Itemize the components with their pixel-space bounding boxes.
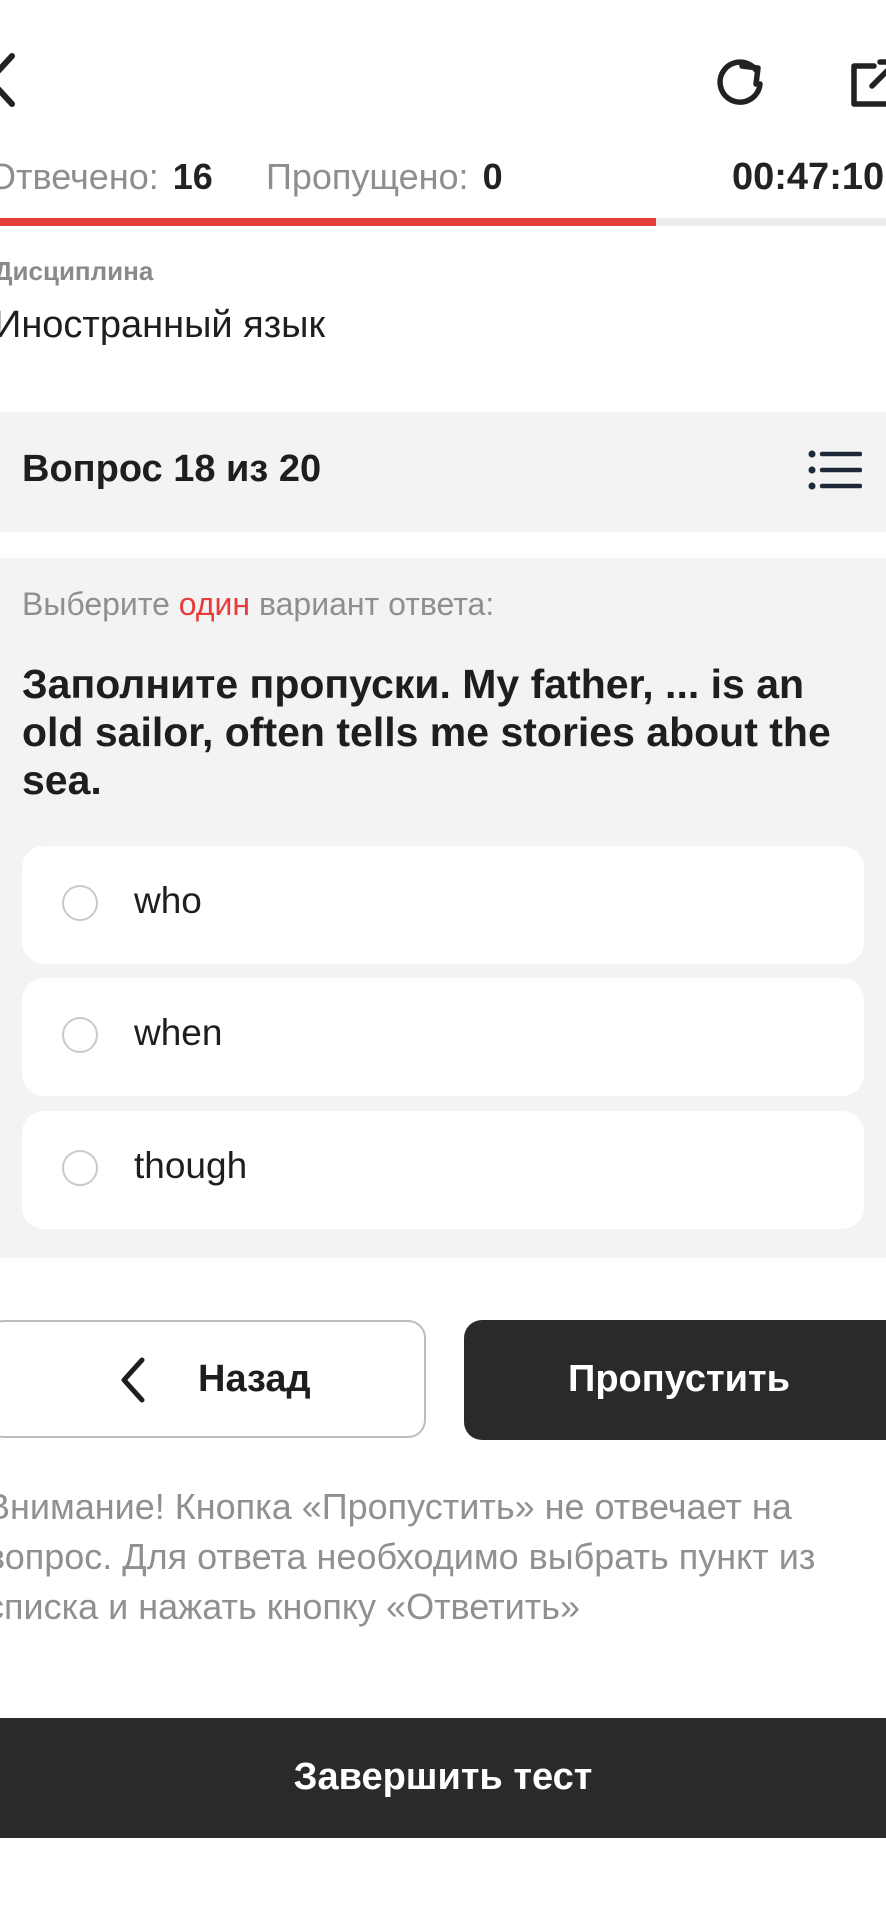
instruction: Выберите один вариант ответа: xyxy=(22,586,494,623)
skipped-label: Пропущено: xyxy=(266,156,469,197)
external-link-icon[interactable] xyxy=(846,56,886,112)
answer-option-label: when xyxy=(134,1012,223,1053)
radio-button[interactable] xyxy=(62,1150,98,1186)
timer: 00:47:10 xyxy=(732,156,885,198)
instruction-accent: один xyxy=(178,586,251,622)
chevron-left-icon xyxy=(121,1357,145,1403)
back-button[interactable]: Назад xyxy=(0,1320,426,1438)
back-button-label: Назад xyxy=(198,1358,311,1400)
finish-test-button-label: Завершить тест xyxy=(293,1756,593,1798)
skipped-stat: Пропущено: 0 xyxy=(266,156,503,200)
discipline-label: Дисциплина xyxy=(0,256,154,286)
question-counter: Вопрос 18 из 20 xyxy=(22,448,322,490)
skip-button-label: Пропустить xyxy=(568,1358,790,1400)
answer-option-label: who xyxy=(134,880,202,921)
warning-text: Внимание! Кнопка «Пропустить» не отвечае… xyxy=(0,1486,816,1627)
skip-button[interactable]: Пропустить xyxy=(464,1320,886,1440)
radio-button[interactable] xyxy=(62,885,98,921)
list-icon[interactable] xyxy=(808,448,862,492)
progress-fill xyxy=(0,218,656,226)
reload-icon[interactable] xyxy=(712,54,768,110)
skipped-value: 0 xyxy=(482,156,503,197)
radio-button[interactable] xyxy=(62,1017,98,1053)
answer-option[interactable]: who xyxy=(22,846,864,964)
chevron-left-icon[interactable] xyxy=(0,50,22,110)
answer-option-label: though xyxy=(134,1145,248,1186)
instruction-text-end: вариант ответа: xyxy=(250,586,495,622)
answer-option[interactable]: though xyxy=(22,1111,864,1229)
top-bar xyxy=(0,0,886,160)
answered-stat: Отвечено: 16 xyxy=(0,156,213,200)
instruction-text-start: Выберите xyxy=(22,586,179,622)
answered-label: Отвечено: xyxy=(0,156,159,197)
answered-value: 16 xyxy=(172,156,213,197)
discipline-name: Иностранный язык xyxy=(0,304,326,346)
answer-option[interactable]: when xyxy=(22,978,864,1096)
finish-test-button[interactable]: Завершить тест xyxy=(0,1718,886,1838)
question-text: Заполните пропуски. My father, ... is an… xyxy=(22,661,831,803)
